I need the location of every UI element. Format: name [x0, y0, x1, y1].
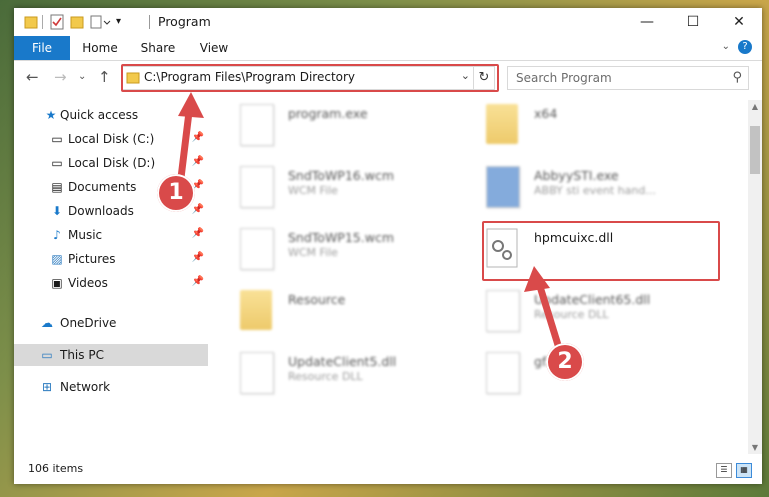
annotation-arrows [176, 92, 566, 362]
callout-step-1: 1 [157, 174, 195, 212]
callout-step-2: 2 [546, 343, 584, 381]
explorer-window: ▾ Program — ☐ ✕ File Home Share View ⌄ ?… [14, 8, 762, 484]
